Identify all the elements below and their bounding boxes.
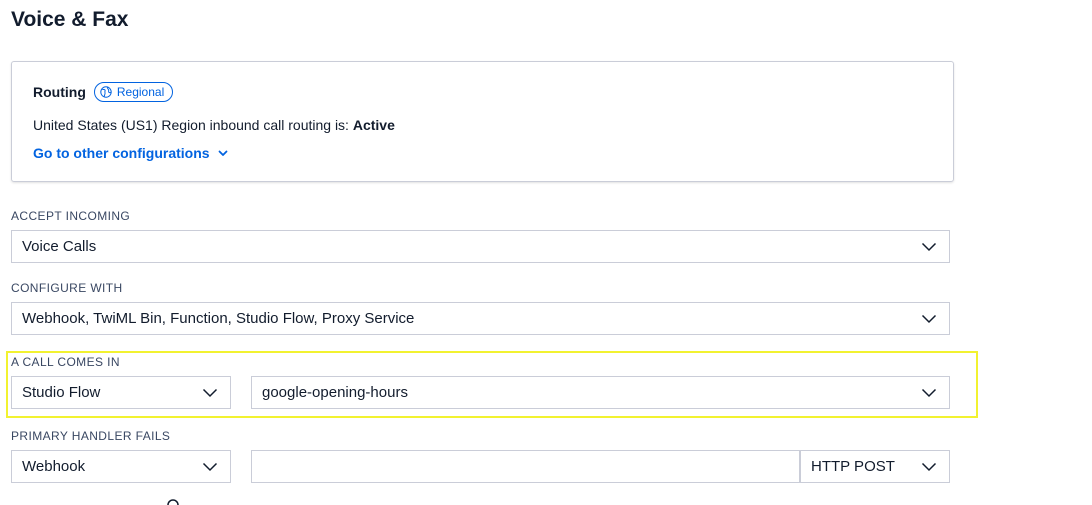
chevron-down-icon [921, 388, 937, 398]
other-configurations-link[interactable]: Go to other configurations [33, 145, 228, 161]
fallback-url-input[interactable] [251, 450, 800, 483]
routing-header: Routing Regional [33, 82, 174, 102]
configure-with-value: Webhook, TwiML Bin, Function, Studio Flo… [22, 310, 415, 327]
routing-title: Routing [33, 84, 86, 100]
globe-icon [100, 86, 112, 98]
region-routing-label: United States (US1) Region inbound call … [33, 117, 353, 133]
region-routing-text: United States (US1) Region inbound call … [33, 117, 395, 133]
regional-badge: Regional [93, 82, 174, 102]
accept-incoming-label: ACCEPT INCOMING [11, 209, 131, 223]
info-icon [167, 499, 179, 505]
page-title: Voice & Fax [11, 8, 129, 31]
chevron-down-icon [921, 242, 937, 252]
fallback-method-value: HTTP POST [811, 458, 895, 475]
other-configurations-label: Go to other configurations [33, 145, 210, 161]
regional-badge-label: Regional [116, 85, 165, 99]
configure-with-label: CONFIGURE WITH [11, 281, 123, 295]
fallback-type-value: Webhook [22, 458, 86, 475]
primary-handler-fails-label: PRIMARY HANDLER FAILS [11, 429, 171, 443]
studio-flow-value: google-opening-hours [262, 384, 408, 401]
fallback-type-select[interactable]: Webhook [11, 450, 231, 483]
studio-flow-select[interactable]: google-opening-hours [251, 376, 950, 409]
routing-status: Active [352, 117, 395, 133]
chevron-down-icon [202, 462, 218, 472]
chevron-down-icon [921, 462, 937, 472]
call-comes-in-type-select[interactable]: Studio Flow [11, 376, 231, 409]
chevron-down-icon [202, 388, 218, 398]
chevron-down-icon [921, 314, 937, 324]
accept-incoming-value: Voice Calls [22, 238, 97, 255]
accept-incoming-select[interactable]: Voice Calls [11, 230, 950, 263]
call-comes-in-type-value: Studio Flow [22, 384, 101, 401]
call-comes-in-label: A CALL COMES IN [11, 355, 120, 369]
configure-with-select[interactable]: Webhook, TwiML Bin, Function, Studio Flo… [11, 302, 950, 335]
fallback-method-select[interactable]: HTTP POST [800, 450, 950, 483]
routing-card: Routing Regional United States (US1) Reg… [11, 61, 954, 182]
chevron-down-icon [218, 150, 227, 156]
